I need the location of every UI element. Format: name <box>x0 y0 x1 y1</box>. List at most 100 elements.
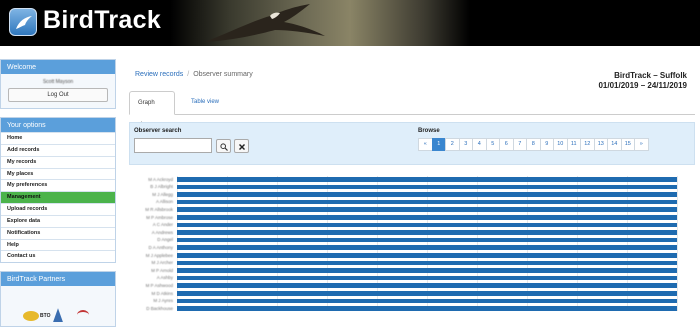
pagination: «1 2 3 4 5 6 7 8 9 10 11 12 13 14 15» <box>418 138 649 151</box>
clear-button[interactable] <box>234 139 249 153</box>
page-button-14[interactable]: 14 <box>607 138 622 151</box>
page-prev-button[interactable]: « <box>418 138 433 151</box>
logout-button[interactable]: Log Out <box>8 88 108 102</box>
observer-bar[interactable] <box>177 275 677 281</box>
partners-panel: BirdTrack Partners BTO <box>0 271 116 328</box>
bar-label: A C Ander <box>152 222 173 228</box>
bar-label: M J Allegg <box>152 191 173 197</box>
observer-bar-chart: M A Ackroyd B J Albright M J Allegg A Allis… <box>129 171 695 311</box>
page-button-6[interactable]: 6 <box>499 138 514 151</box>
observer-bar[interactable] <box>177 215 677 220</box>
bar-label: M R Allsbrook <box>145 206 173 212</box>
view-tabs: Graph view Table view <box>129 91 695 128</box>
sidebar-item-upload-records[interactable]: Upload records <box>1 203 115 215</box>
options-panel: Your options Home Add records My records My… <box>0 117 116 264</box>
bar-label: M D Atkins <box>151 290 173 296</box>
bar-label: B J Albright <box>150 184 173 190</box>
observer-search-input[interactable] <box>134 138 212 153</box>
partner-logo-icon[interactable] <box>77 310 89 320</box>
region-title: BirdTrack – Suffolk <box>614 71 687 80</box>
partner-logo-icon[interactable] <box>53 308 63 323</box>
close-icon <box>239 143 245 150</box>
page-button-2[interactable]: 2 <box>445 138 460 151</box>
birdtrack-logo-icon[interactable] <box>9 8 37 36</box>
observer-bar[interactable] <box>177 207 677 212</box>
welcome-title: Welcome <box>1 60 115 74</box>
breadcrumb-current: Observer summary <box>193 71 253 78</box>
page-button-1[interactable]: 1 <box>431 138 446 151</box>
observer-search-label: Observer search <box>134 128 182 134</box>
bto-logo-icon[interactable] <box>23 311 39 322</box>
bar-label: M J Applebee <box>145 252 173 258</box>
search-icon <box>220 142 228 151</box>
sidebar-item-help[interactable]: Help <box>1 238 115 251</box>
bto-logo-text: BTO <box>40 313 51 320</box>
region-info: BirdTrack – Suffolk 01/01/2019 – 24/11/2… <box>598 71 687 90</box>
bar-label: M A Ackroyd <box>148 176 173 182</box>
filter-bar: Observer search Browse «1 2 3 4 5 6 7 8 9 10 11 12 1… <box>129 122 695 165</box>
sidebar-item-my-places[interactable]: My places <box>1 167 115 180</box>
page-button-8[interactable]: 8 <box>526 138 541 151</box>
page-button-12[interactable]: 12 <box>580 138 595 151</box>
page-button-5[interactable]: 5 <box>485 138 500 151</box>
observer-bar[interactable] <box>177 237 677 243</box>
observer-bar[interactable] <box>177 222 677 228</box>
observer-bar[interactable] <box>177 177 677 182</box>
sidebar-item-my-records[interactable]: My records <box>1 155 115 168</box>
observer-bar[interactable] <box>177 268 677 273</box>
observer-bar[interactable] <box>177 245 677 250</box>
observer-bar[interactable] <box>177 230 677 235</box>
bar-label: M P Arnold <box>151 267 173 273</box>
sidebar-item-my-preferences[interactable]: My preferences <box>1 179 115 192</box>
page-button-9[interactable]: 9 <box>539 138 554 151</box>
observer-bar[interactable] <box>177 253 677 258</box>
bar-label: M J Archer <box>151 260 173 266</box>
sidebar: Welcome Scott Mayson Log Out Your option… <box>0 59 116 335</box>
observer-bar[interactable] <box>177 298 677 304</box>
breadcrumb-separator: / <box>187 71 190 78</box>
bar-label: A Andrews <box>151 229 173 235</box>
page-button-15[interactable]: 15 <box>620 138 635 151</box>
page-button-13[interactable]: 13 <box>593 138 608 151</box>
page-button-3[interactable]: 3 <box>458 138 473 151</box>
bar-label: M P Ashwood <box>145 282 173 288</box>
page-button-7[interactable]: 7 <box>512 138 527 151</box>
logo-text[interactable]: BirdTrack <box>43 6 161 35</box>
observer-bar[interactable] <box>177 306 677 311</box>
welcome-panel: Welcome Scott Mayson Log Out <box>0 59 116 109</box>
bar-label: M P Ambrose <box>146 214 173 220</box>
sidebar-item-contact-us[interactable]: Contact us <box>1 250 115 263</box>
page-next-button[interactable]: » <box>634 138 649 151</box>
partners-title: BirdTrack Partners <box>1 272 115 287</box>
user-name: Scott Mayson <box>42 79 74 85</box>
sidebar-item-notifications[interactable]: Notifications <box>1 226 115 239</box>
browse-label: Browse <box>418 128 440 134</box>
sidebar-item-explore-data[interactable]: Explore data <box>1 214 115 227</box>
date-range: 01/01/2019 – 24/11/2019 <box>598 81 687 90</box>
observer-bar[interactable] <box>177 260 677 266</box>
observer-bar[interactable] <box>177 199 677 205</box>
observer-bar[interactable] <box>177 184 677 190</box>
sidebar-item-home[interactable]: Home <box>1 132 115 144</box>
page-button-10[interactable]: 10 <box>553 138 568 151</box>
page-button-11[interactable]: 11 <box>566 138 581 151</box>
osprey-image <box>205 4 325 42</box>
bar-label: A Allison <box>155 199 173 205</box>
search-button[interactable] <box>216 139 231 153</box>
sidebar-item-add-records[interactable]: Add records <box>1 143 115 156</box>
bar-label: D A Anthony <box>148 244 173 250</box>
bar-label: M J Ayres <box>153 298 173 304</box>
breadcrumb: Review records / Observer summary <box>135 71 253 78</box>
bar-label: A Ashby <box>156 275 173 281</box>
sidebar-item-management[interactable]: Management <box>1 191 115 204</box>
observer-bar[interactable] <box>177 283 677 288</box>
observer-bar[interactable] <box>177 291 677 296</box>
tab-graph-view[interactable]: Graph view <box>129 91 175 128</box>
chart-gridline <box>677 176 678 311</box>
observer-bar[interactable] <box>177 192 677 197</box>
breadcrumb-review-records[interactable]: Review records <box>135 71 183 78</box>
page-button-4[interactable]: 4 <box>472 138 487 151</box>
options-menu: Home Add records My records My places My pre… <box>1 132 115 263</box>
site-banner: BirdTrack <box>0 0 700 46</box>
tab-table-view[interactable]: Table view <box>183 91 227 115</box>
